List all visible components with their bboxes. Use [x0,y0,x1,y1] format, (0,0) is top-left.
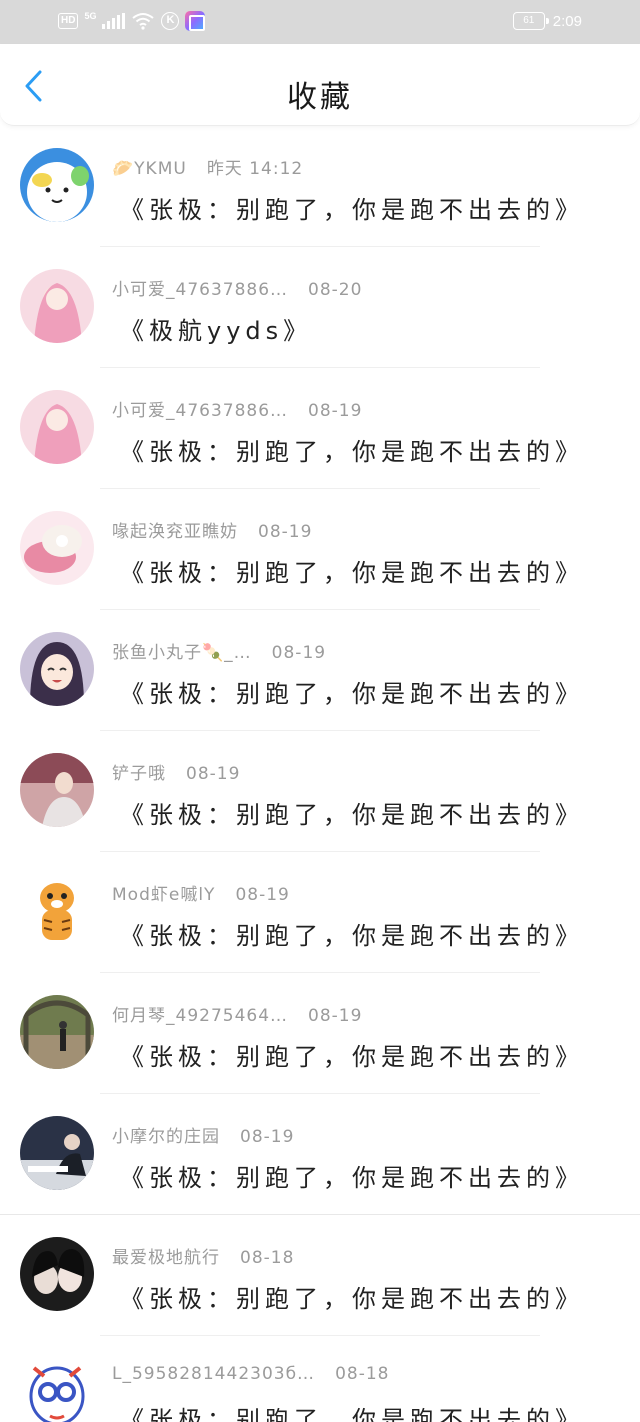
favorites-list: 🥟YKMU 昨天 14:12 《张极：别跑了，你是跑不出去的》 小可爱_47637… [0,126,640,1422]
avatar[interactable] [20,874,94,948]
username[interactable]: L_5958281442303б… [112,1364,315,1384]
item-meta: 何月琴_49275464… 08-19 [112,1001,362,1026]
network-type-label: 5G [84,11,97,21]
avatar[interactable] [20,148,94,222]
item-meta: Mod虾e嘁lY 08-19 [112,880,290,905]
item-content[interactable]: 《张极：别跑了，你是跑不出去的》 [120,1037,584,1072]
timestamp: 08-19 [235,885,290,905]
timestamp: 08-19 [308,401,363,421]
timestamp: 08-19 [308,1006,363,1026]
list-item[interactable]: 小可爱_47637886… 08-20 《极航yyds》 [0,247,640,368]
status-left: HD 5G K [58,11,206,31]
avatar[interactable] [20,753,94,827]
page-title: 收藏 [287,80,353,115]
list-item[interactable]: 🥟YKMU 昨天 14:12 《张极：别跑了，你是跑不出去的》 [0,126,640,247]
list-item[interactable]: 张鱼小丸子🍡_… 08-19 《张极：别跑了，你是跑不出去的》 [0,610,640,731]
item-content[interactable]: 《张极：别跑了，你是跑不出去的》 [120,1279,584,1314]
username[interactable]: 最爱极地航行 [112,1248,220,1268]
list-item[interactable]: 小可爱_47637886… 08-19 《张极：别跑了，你是跑不出去的》 [0,368,640,489]
timestamp: 08-19 [186,764,241,784]
timestamp: 昨天 14:12 [206,159,304,179]
avatar[interactable] [20,269,94,343]
avatar[interactable] [20,995,94,1069]
timestamp: 08-20 [308,280,363,300]
item-meta: 小可爱_47637886… 08-20 [112,275,362,300]
list-item[interactable]: 最爱极地航行 08-18 《张极：别跑了，你是跑不出去的》 [0,1215,640,1336]
item-content[interactable]: 《张极：别跑了，你是跑不出去的》 [120,553,584,588]
item-content[interactable]: 《张极：别跑了，你是跑不出去的》 [120,674,584,709]
avatar[interactable] [20,1358,94,1422]
item-content[interactable]: 《张极：别跑了，你是跑不出去的》 [120,190,584,225]
signal-icon [102,13,126,29]
avatar[interactable] [20,1237,94,1311]
avatar[interactable] [20,632,94,706]
item-content[interactable]: 《张极：别跑了，你是跑不出去的》 [120,916,584,951]
list-item[interactable]: 何月琴_49275464… 08-19 《张极：别跑了，你是跑不出去的》 [0,973,640,1094]
item-meta: 小摩尔的庄园 08-19 [112,1122,294,1147]
timestamp: 08-18 [335,1364,390,1384]
item-meta: L_5958281442303б… 08-18 [112,1364,389,1384]
list-item[interactable]: 铲子哦 08-19 《张极：别跑了，你是跑不出去的》 [0,731,640,852]
username[interactable]: 🥟YKMU [112,159,187,179]
item-meta: 铲子哦 08-19 [112,759,240,784]
timestamp: 08-19 [271,643,327,663]
clock: 2:09 [552,12,582,30]
timestamp: 08-19 [258,522,313,542]
timestamp: 08-19 [240,1127,295,1147]
timestamp: 08-18 [240,1248,295,1268]
list-item[interactable]: 喙起涣兖亚瞧妨 08-19 《张极：别跑了，你是跑不出去的》 [0,489,640,610]
username[interactable]: 小可爱_47637886… [112,280,288,300]
nav-bar: 收藏 [0,44,640,126]
list-item[interactable]: 小摩尔的庄园 08-19 《张极：别跑了，你是跑不出去的》 [0,1094,640,1215]
k-app-icon: K [161,12,180,30]
item-content[interactable]: 《张极：别跑了，你是跑不出去的》 [120,1400,584,1422]
item-meta: 小可爱_47637886… 08-19 [112,396,362,421]
app-notification-icon [185,11,206,31]
item-content[interactable]: 《极航yyds》 [120,311,312,346]
item-content[interactable]: 《张极：别跑了，你是跑不出去的》 [120,1158,584,1193]
item-meta: 🥟YKMU 昨天 14:12 [112,154,303,179]
avatar[interactable] [20,390,94,464]
battery-icon: 61 [512,12,549,30]
item-meta: 喙起涣兖亚瞧妨 08-19 [112,517,312,542]
wifi-icon [132,13,155,30]
status-right: 61 2:09 [512,12,582,30]
list-item[interactable]: Mod虾e嘁lY 08-19 《张极：别跑了，你是跑不出去的》 [0,852,640,973]
list-item[interactable]: L_5958281442303б… 08-18 《张极：别跑了，你是跑不出去的》 [0,1336,640,1422]
item-content[interactable]: 《张极：别跑了，你是跑不出去的》 [120,432,584,467]
username[interactable]: Mod虾e嘁lY [112,885,215,905]
item-meta: 张鱼小丸子🍡_… 08-19 [112,638,326,663]
username[interactable]: 铲子哦 [112,764,166,784]
username[interactable]: 喙起涣兖亚瞧妨 [112,522,238,542]
hd-icon: HD [58,13,79,29]
status-bar: HD 5G K 61 2:09 [0,0,640,44]
avatar[interactable] [20,1116,94,1190]
avatar[interactable] [20,511,94,585]
item-content[interactable]: 《张极：别跑了，你是跑不出去的》 [120,795,584,830]
username[interactable]: 何月琴_49275464… [112,1006,288,1026]
item-meta: 最爱极地航行 08-18 [112,1243,294,1268]
username[interactable]: 小可爱_47637886… [112,401,288,421]
username[interactable]: 小摩尔的庄园 [112,1127,220,1147]
username[interactable]: 张鱼小丸子🍡_… [112,643,252,663]
